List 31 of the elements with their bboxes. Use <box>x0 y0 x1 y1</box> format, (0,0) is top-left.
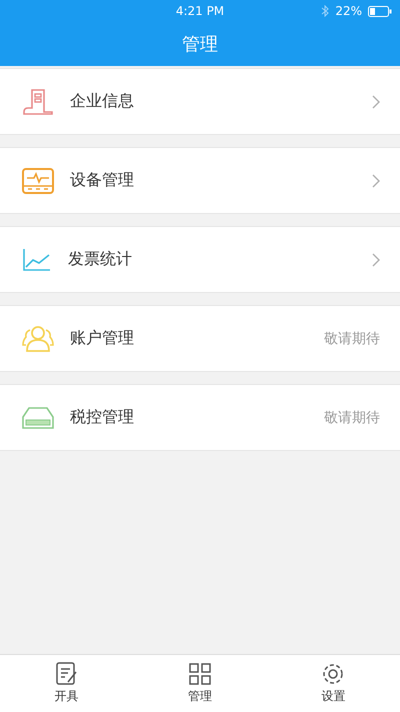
menu-label: 设备管理 <box>70 170 135 191</box>
menu-label: 发票统计 <box>68 249 133 270</box>
menu-item[interactable]: 企业信息 <box>0 68 400 135</box>
menu-item[interactable]: 税控管理 敬请期待 <box>0 384 400 451</box>
bluetooth-icon <box>321 5 330 17</box>
tab-bar-item[interactable]: 开具 <box>0 655 134 712</box>
menu-label: 企业信息 <box>70 91 135 112</box>
line-chart-icon <box>22 248 52 272</box>
people-icon <box>22 324 54 352</box>
menu-item[interactable]: 发票统计 <box>0 226 400 293</box>
coming-soon-note: 敬请期待 <box>324 330 380 348</box>
chevron-right-icon <box>372 174 380 188</box>
monitor-icon <box>22 168 54 194</box>
card-reader-icon <box>22 406 54 430</box>
menu-item[interactable]: 设备管理 <box>0 147 400 214</box>
battery-percent: 22% <box>335 4 362 18</box>
tab-bar-item[interactable]: 管理 <box>133 655 267 712</box>
chevron-right-icon <box>372 94 380 108</box>
menu-label: 税控管理 <box>70 407 135 428</box>
chevron-right-icon <box>372 252 380 266</box>
note-pen-icon <box>54 662 79 686</box>
status-time: 4:21 PM <box>176 4 224 18</box>
menu-label: 账户管理 <box>70 328 135 349</box>
grid-icon <box>188 662 212 686</box>
tab-bar-item[interactable]: 设置 <box>266 655 400 712</box>
menu-item[interactable]: 账户管理 敬请期待 <box>0 305 400 372</box>
building-icon <box>22 88 54 116</box>
page-title: 管理 <box>182 33 218 56</box>
gear-icon <box>321 662 346 686</box>
battery-icon <box>368 6 392 16</box>
coming-soon-note: 敬请期待 <box>324 408 380 426</box>
